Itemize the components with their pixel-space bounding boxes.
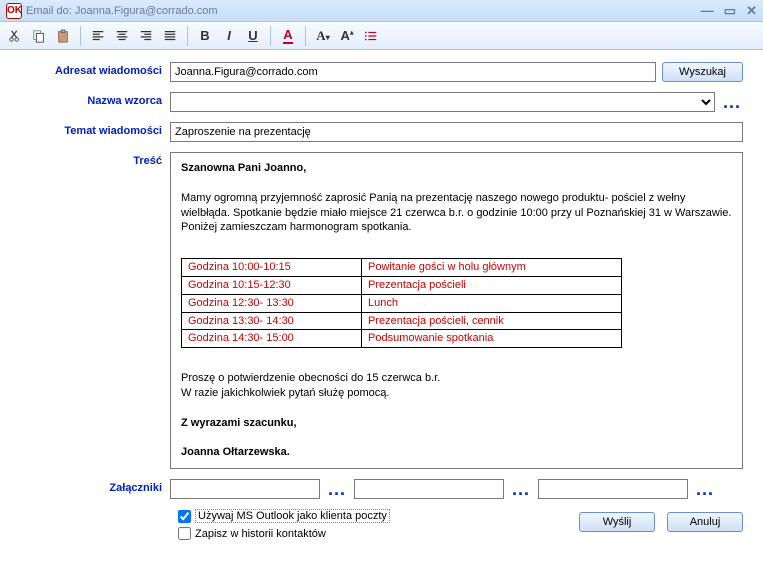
schedule-time: Godzina 10:15-12:30 <box>182 276 362 294</box>
font-color-icon: A <box>283 27 292 44</box>
table-row: Godzina 10:15-12:30Prezentacja pościeli <box>182 276 622 294</box>
table-row: Godzina 10:00-10:15Powitanie gości w hol… <box>182 259 622 277</box>
body-p1: Mamy ogromną przyjemność zaprosić Panią … <box>181 191 732 221</box>
cut-button[interactable] <box>4 25 26 47</box>
attachment-input-1[interactable] <box>170 479 320 499</box>
body-editor[interactable]: Szanowna Pani Joanno, Mamy ogromną przyj… <box>170 152 743 469</box>
align-right-icon <box>139 29 153 43</box>
window-title: Email do: Joanna.Figura@corrado.com <box>26 5 701 17</box>
italic-button[interactable]: I <box>218 25 240 47</box>
cancel-button[interactable]: Anuluj <box>667 512 743 532</box>
font-size-button[interactable]: A▴ <box>336 25 358 47</box>
body-p3: Proszę o potwierdzenie obecności do 15 c… <box>181 371 732 386</box>
separator <box>80 26 81 46</box>
italic-icon: I <box>227 28 231 43</box>
template-browse-button[interactable]: ... <box>721 96 743 108</box>
align-left-button[interactable] <box>87 25 109 47</box>
template-select[interactable] <box>170 92 715 112</box>
body-greeting: Szanowna Pani Joanno, <box>181 161 732 176</box>
schedule-desc: Prezentacja pościeli <box>362 276 622 294</box>
attachment-browse-3[interactable]: ... <box>694 483 716 495</box>
align-justify-button[interactable] <box>159 25 181 47</box>
scissors-icon <box>8 29 22 43</box>
font-color-button[interactable]: A <box>277 25 299 47</box>
align-justify-icon <box>163 29 177 43</box>
row-body: Treść Szanowna Pani Joanno, Mamy ogromną… <box>20 152 743 469</box>
row-template: Nazwa wzorca ... <box>20 92 743 112</box>
schedule-table: Godzina 10:00-10:15Powitanie gości w hol… <box>181 258 622 348</box>
history-label[interactable]: Zapisz w historii kontaktów <box>195 528 326 540</box>
close-button[interactable]: ✕ <box>746 3 757 19</box>
outlook-checkbox[interactable] <box>178 510 191 523</box>
toolbar: B I U A A▾ A▴ <box>0 22 763 50</box>
separator <box>187 26 188 46</box>
maximize-button[interactable]: ▭ <box>724 3 736 19</box>
send-button[interactable]: Wyślij <box>579 512 655 532</box>
align-center-button[interactable] <box>111 25 133 47</box>
body-closing: Z wyrazami szacunku, <box>181 416 732 431</box>
label-subject: Temat wiadomości <box>20 122 170 137</box>
row-attachments: Załączniki ... ... ... <box>20 479 743 499</box>
list-button[interactable] <box>360 25 382 47</box>
table-row: Godzina 13:30- 14:30Prezentacja pościeli… <box>182 312 622 330</box>
label-body: Treść <box>20 152 170 167</box>
schedule-desc: Powitanie gości w holu głównym <box>362 259 622 277</box>
body-p4: W razie jakichkolwiek pytań służę pomocą… <box>181 386 732 401</box>
minimize-button[interactable]: — <box>701 3 714 19</box>
subject-input[interactable] <box>170 122 743 142</box>
copy-button[interactable] <box>28 25 50 47</box>
search-button[interactable]: Wyszukaj <box>662 62 743 82</box>
schedule-time: Godzina 10:00-10:15 <box>182 259 362 277</box>
titlebar: OK Email do: Joanna.Figura@corrado.com —… <box>0 0 763 22</box>
schedule-time: Godzina 12:30- 13:30 <box>182 294 362 312</box>
copy-icon <box>32 29 46 43</box>
attachment-browse-2[interactable]: ... <box>510 483 532 495</box>
font-size-icon: A▴ <box>341 28 354 43</box>
window-controls: — ▭ ✕ <box>701 3 757 19</box>
schedule-time: Godzina 14:30- 15:00 <box>182 330 362 348</box>
separator <box>305 26 306 46</box>
bold-button[interactable]: B <box>194 25 216 47</box>
schedule-desc: Prezentacja pościeli, cennik <box>362 312 622 330</box>
app-icon: OK <box>6 3 22 19</box>
attachment-browse-1[interactable]: ... <box>326 483 348 495</box>
label-attachments: Załączniki <box>20 479 170 494</box>
row-recipient: Adresat wiadomości Wyszukaj <box>20 62 743 82</box>
separator <box>270 26 271 46</box>
paste-button[interactable] <box>52 25 74 47</box>
history-checkbox[interactable] <box>178 527 191 540</box>
list-icon <box>364 29 378 43</box>
outlook-label[interactable]: Używaj MS Outlook jako klienta poczty <box>195 509 390 523</box>
recipient-input[interactable] <box>170 62 656 82</box>
table-row: Godzina 12:30- 13:30Lunch <box>182 294 622 312</box>
table-row: Godzina 14:30- 15:00Podsumowanie spotkan… <box>182 330 622 348</box>
underline-button[interactable]: U <box>242 25 264 47</box>
content: Adresat wiadomości Wyszukaj Nazwa wzorca… <box>0 50 763 550</box>
attachment-input-3[interactable] <box>538 479 688 499</box>
label-template: Nazwa wzorca <box>20 92 170 107</box>
schedule-desc: Podsumowanie spotkania <box>362 330 622 348</box>
align-left-icon <box>91 29 105 43</box>
schedule-time: Godzina 13:30- 14:30 <box>182 312 362 330</box>
attachment-input-2[interactable] <box>354 479 504 499</box>
font-face-button[interactable]: A▾ <box>312 25 334 47</box>
schedule-desc: Lunch <box>362 294 622 312</box>
paste-icon <box>56 29 70 43</box>
align-right-button[interactable] <box>135 25 157 47</box>
underline-icon: U <box>248 28 257 43</box>
align-center-icon <box>115 29 129 43</box>
body-p2: Poniżej zamieszczam harmonogram spotkani… <box>181 220 732 235</box>
row-subject: Temat wiadomości <box>20 122 743 142</box>
font-face-icon: A▾ <box>316 28 329 44</box>
label-recipient: Adresat wiadomości <box>20 62 170 77</box>
bold-icon: B <box>200 28 209 43</box>
body-signature: Joanna Ołtarzewska. <box>181 445 732 460</box>
